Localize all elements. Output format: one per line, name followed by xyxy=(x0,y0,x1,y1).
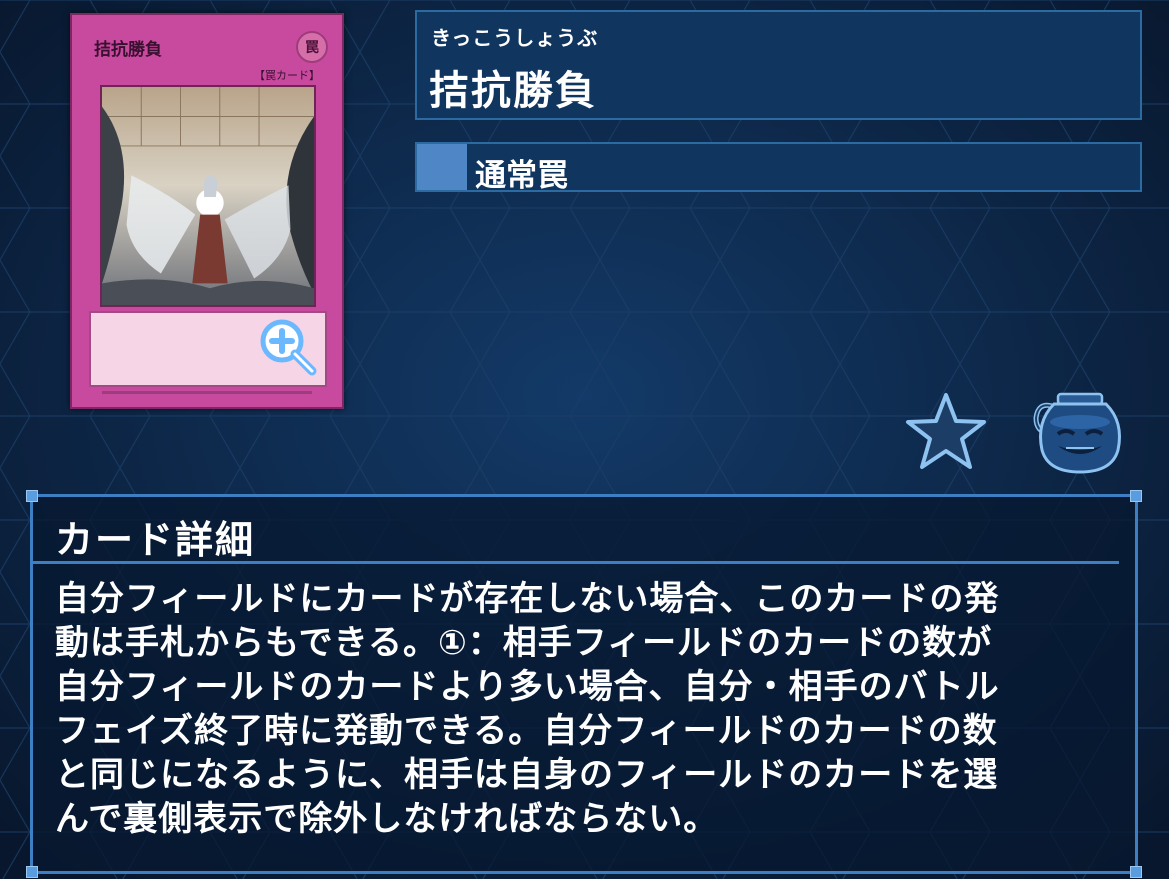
card-type-label: 通常罠 xyxy=(475,158,568,194)
pot-of-greed-icon[interactable] xyxy=(1028,392,1126,474)
card-detail-divider xyxy=(33,561,1119,564)
star-icon[interactable] xyxy=(905,392,987,470)
zoom-in-icon[interactable] xyxy=(258,317,318,377)
panel-corner xyxy=(1130,866,1142,878)
panel-corner xyxy=(26,866,38,878)
card-detail-panel: カード詳細 自分フィールドにカードが存在しない場合、このカードの発 動は手札から… xyxy=(26,490,1142,878)
card-detail-heading: カード詳細 xyxy=(55,518,256,562)
trap-attribute-icon: 罠 xyxy=(296,31,328,63)
card-image-type: 【罠カード】 xyxy=(254,69,320,82)
card-image-name: 拮抗勝負 xyxy=(94,40,162,60)
card-type-panel: 通常罠 xyxy=(415,142,1142,194)
card-image[interactable]: 拮抗勝負 罠 【罠カード】 xyxy=(70,13,344,409)
card-footer-line xyxy=(102,391,312,394)
card-name-panel: きっこうしょうぶ 拮抗勝負 xyxy=(415,10,1142,120)
panel-corner xyxy=(1130,490,1142,502)
card-name-reading: きっこうしょうぶ xyxy=(431,26,599,50)
card-artwork xyxy=(100,85,316,307)
card-name-title: 拮抗勝負 xyxy=(429,68,597,114)
panel-corner xyxy=(26,490,38,502)
card-type-color-swatch xyxy=(417,144,467,190)
card-effect-text: 自分フィールドにカードが存在しない場合、このカードの発 動は手札からもできる。①… xyxy=(55,579,1000,839)
